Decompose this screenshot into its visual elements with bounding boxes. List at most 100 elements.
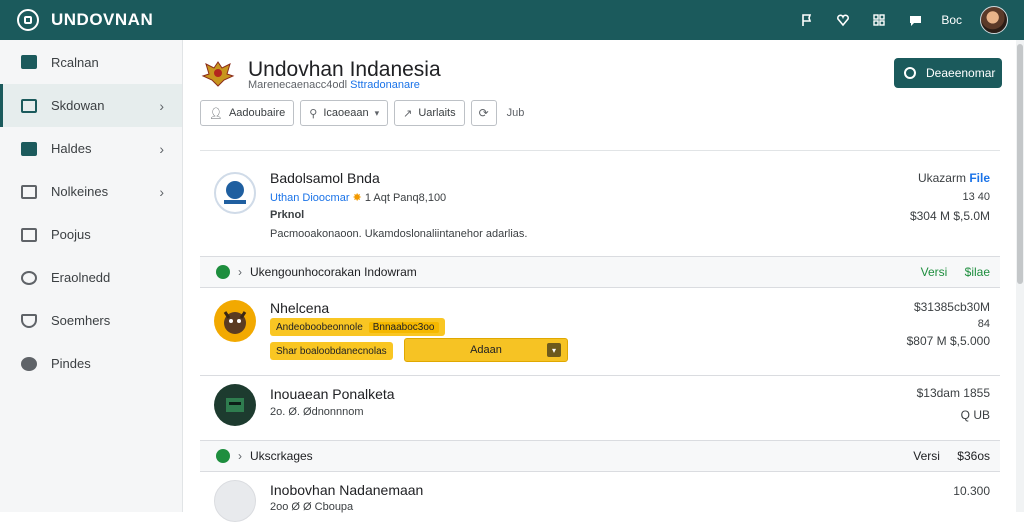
- sidebar-item-haldes[interactable]: Haldes ›: [0, 127, 182, 170]
- sidebar-item-eraolnedd[interactable]: Eraolnedd: [0, 256, 182, 299]
- list-item[interactable]: Inobovhan Nadanemaan 2oo Ø Ø Cboupa 10.3…: [200, 474, 1000, 522]
- record-meta: Uthan Dioocmar ✸ 1 Aqt Panq8,100: [270, 191, 446, 204]
- record-right-title: Ukazarm File: [918, 171, 990, 185]
- group-header[interactable]: › Ukengounhocorakan Indowram Versi $ilae: [200, 256, 1000, 288]
- chevron-right-icon: ›: [159, 140, 164, 157]
- group-file[interactable]: $36os: [957, 449, 990, 463]
- refresh-green-icon: [216, 265, 230, 279]
- top-actions: Boc: [789, 0, 1008, 40]
- toolbar-extra-label: Jub: [506, 107, 525, 119]
- record-right-line1: 10.300: [953, 484, 990, 498]
- record-right-line1[interactable]: $13dam 1855: [917, 386, 990, 400]
- heart-icon[interactable]: [825, 0, 861, 40]
- list-item[interactable]: Badolsamol Bnda Uthan Dioocmar ✸ 1 Aqt P…: [200, 158, 1000, 248]
- page-subtitle: Marenecaenacc4odl Sttradonanare: [248, 79, 420, 91]
- record-name[interactable]: Inobovhan Nadanemaan: [270, 482, 423, 498]
- dark-logo-icon: [214, 384, 256, 426]
- sidebar-item-label: Pindes: [51, 356, 91, 371]
- group-right: Versi $36os: [913, 449, 990, 463]
- record-meta: 2o. Ø. Ødnonnnom: [270, 406, 364, 418]
- filter-button[interactable]: 👤︎ Aadoubaire: [200, 100, 295, 126]
- group-header[interactable]: › Ukscrkages Versi $36os: [200, 440, 1000, 472]
- record-name[interactable]: Inouaean Ponalketa: [270, 386, 395, 402]
- highlight-tag-text: Andeoboobeonnole: [276, 321, 363, 333]
- action-button-label: Adaan: [470, 344, 502, 356]
- list-item[interactable]: Inouaean Ponalketa 2o. Ø. Ødnonnnom $13d…: [200, 378, 1000, 438]
- chevron-down-icon: ▾: [547, 343, 561, 357]
- filter-label: Aadoubaire: [228, 107, 286, 119]
- record-name[interactable]: Badolsamol Bnda: [270, 170, 380, 186]
- sidebar-item-skdowan[interactable]: Skdowan ›: [0, 84, 182, 127]
- scrollbar[interactable]: [1016, 40, 1024, 512]
- highlight-tag: Andeoboobeonnole Bnnaaboc3oo: [270, 318, 445, 336]
- group-title: Ukscrkages: [250, 449, 313, 463]
- trend-button[interactable]: ↗ Uarlaits: [394, 100, 465, 126]
- chevron-right-icon: ›: [159, 183, 164, 200]
- table-icon: [21, 98, 37, 113]
- chat-icon[interactable]: [897, 0, 933, 40]
- crest-logo-icon: [201, 61, 235, 87]
- chevron-down-icon: ▾: [374, 107, 380, 118]
- sidebar-item-label: Haldes: [51, 141, 92, 156]
- refresh-button[interactable]: ⟳: [470, 100, 497, 126]
- org-logo-icon: [214, 172, 256, 214]
- sidebar-item-nolkeines[interactable]: Nolkeines ›: [0, 170, 182, 213]
- list-item[interactable]: Nhelcena Andeoboobeonnole Bnnaaboc3oo Sh…: [200, 290, 1000, 376]
- sidebar-item-pindes[interactable]: Pindes: [0, 342, 182, 385]
- divider: [200, 150, 1000, 151]
- record-right-line2: Q UB: [960, 408, 990, 422]
- primary-action-button[interactable]: Deaeenomar: [894, 58, 1002, 88]
- group-version: Versi: [913, 449, 940, 463]
- subtitle-link[interactable]: Sttradonanare: [350, 79, 420, 91]
- file-link[interactable]: File: [969, 171, 990, 185]
- group-file[interactable]: $ilae: [965, 265, 990, 279]
- users-icon: [21, 141, 37, 156]
- action-dropdown-button[interactable]: Adaan ▾: [404, 338, 568, 362]
- record-meta: 2oo Ø Ø Cboupa: [270, 501, 354, 513]
- record-right-label: Ukazarm: [917, 171, 966, 185]
- sidebar: Rcalnan Skdowan › Haldes › Nolkeines › P…: [0, 40, 183, 512]
- record-name[interactable]: Nhelcena: [270, 300, 329, 316]
- sidebar-item-label: Poojus: [51, 227, 91, 242]
- sidebar-item-label: Rcalnan: [51, 54, 99, 70]
- trend-label: Uarlaits: [418, 107, 456, 119]
- record-meta-link[interactable]: Uthan Dioocmar: [270, 192, 349, 204]
- grid-icon[interactable]: [861, 0, 897, 40]
- record-right-line2: 84: [977, 318, 990, 330]
- record-right-amount: $807 M $,5.000: [906, 334, 990, 348]
- record-right-line1: $31385cb30M: [913, 300, 990, 314]
- sidebar-item-soemhers[interactable]: Soemhers: [0, 299, 182, 342]
- sidebar-item-label: Eraolnedd: [51, 270, 111, 285]
- folder-icon: [21, 55, 37, 69]
- record-right-line2: 13 40: [962, 191, 990, 203]
- sidebar-item-rcalnan[interactable]: Rcalnan: [0, 40, 182, 84]
- clipboard-icon: [21, 227, 37, 242]
- sidebar-item-poojus[interactable]: Poojus: [0, 213, 182, 256]
- sidebar-item-label: Nolkeines: [51, 184, 109, 199]
- group-version: Versi: [920, 265, 948, 279]
- primary-action-label: Deaeenomar: [926, 66, 996, 80]
- app-logo-icon[interactable]: [17, 9, 39, 31]
- highlight-tag-2: Shar boaloobdanecnolas: [270, 342, 393, 360]
- top-app-bar: UNDOVNAN Boc: [0, 0, 1024, 40]
- main-content: Undovhan Indanesia Marenecaenacc4odl Stt…: [184, 40, 1014, 522]
- chevron-right-icon: ›: [238, 449, 242, 463]
- record-right-amount: $304 M $,5.0M: [909, 209, 990, 223]
- sort-dropdown[interactable]: ⚲ Icaoeaan ▾: [300, 100, 389, 126]
- user-label[interactable]: Boc: [941, 13, 962, 27]
- record-description: Pacmooakonaoon. Ukamdoslonaliintanehor a…: [270, 228, 528, 240]
- flag-icon[interactable]: [789, 0, 825, 40]
- person-icon: 👤︎: [209, 107, 223, 120]
- mascot-logo-icon: [214, 300, 256, 342]
- document-icon: [21, 184, 37, 199]
- chevron-right-icon: ›: [238, 265, 242, 279]
- group-right: Versi $ilae: [921, 265, 990, 279]
- user-avatar[interactable]: [980, 6, 1008, 34]
- star-icon: ✸: [352, 192, 362, 204]
- group-title: Ukengounhocorakan Indowram: [250, 265, 417, 279]
- location-icon: [21, 270, 37, 285]
- refresh-icon: ⟳: [478, 106, 489, 120]
- subtitle-prefix: Marenecaenacc4odl: [248, 79, 348, 91]
- refresh-green-icon: [216, 449, 230, 463]
- scrollbar-thumb[interactable]: [1017, 44, 1023, 284]
